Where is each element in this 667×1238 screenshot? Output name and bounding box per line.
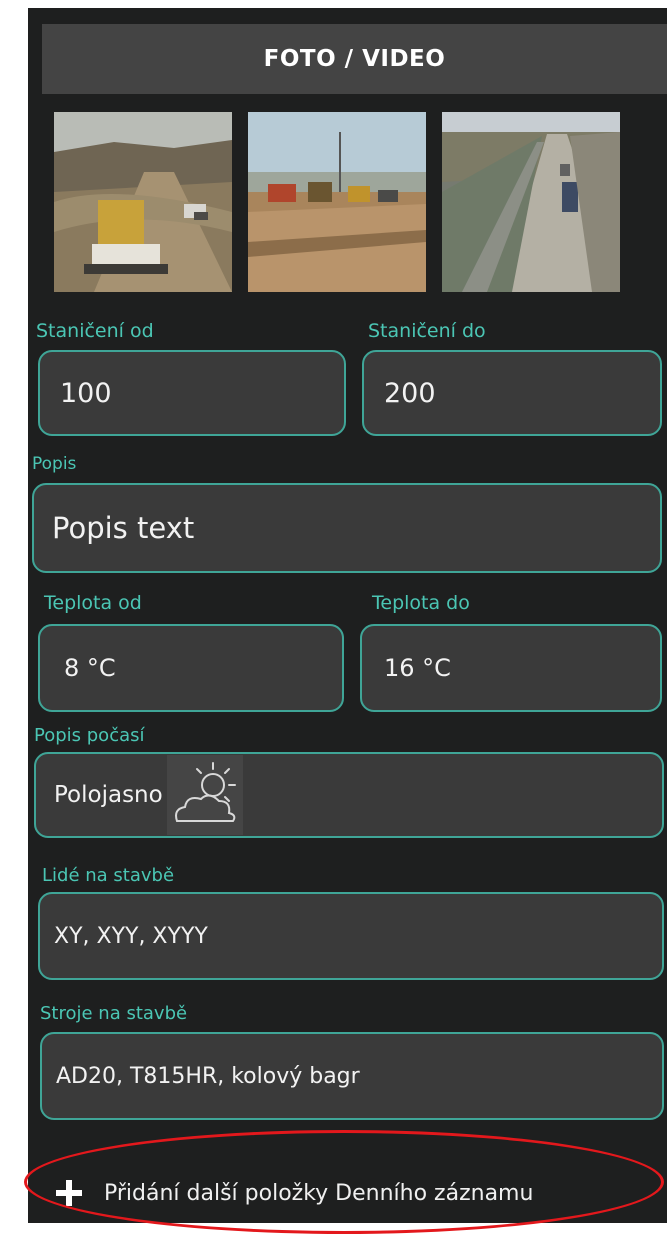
road-construction-photo-icon [442, 112, 620, 292]
weather-input[interactable]: Polojasno [34, 752, 664, 838]
temp-from-value: 8 °C [64, 654, 116, 682]
weather-value: Polojasno [54, 782, 163, 808]
station-to-input[interactable]: 200 [362, 350, 662, 436]
add-record-item-label: Přidání další položky Denního záznamu [104, 1180, 534, 1206]
temp-from-label: Teplota od [44, 592, 142, 614]
photo-thumbnail-1[interactable] [54, 112, 232, 292]
road-construction-photo-icon [54, 112, 232, 292]
add-record-item-button[interactable]: Přidání další položky Denního záznamu [56, 1180, 533, 1206]
machines-label: Stroje na stavbě [40, 1003, 188, 1024]
temp-to-input[interactable]: 16 °C [360, 624, 662, 712]
station-from-label: Staničení od [36, 320, 154, 342]
people-label: Lidé na stavbě [42, 865, 175, 886]
description-label: Popis [32, 454, 77, 474]
plus-icon [56, 1180, 82, 1206]
machines-value: AD20, T815HR, kolový bagr [56, 1063, 360, 1089]
partly-cloudy-icon [166, 755, 243, 835]
temp-to-value: 16 °C [384, 654, 451, 682]
photo-thumbnail-2[interactable] [248, 112, 426, 292]
weather-label: Popis počasí [34, 725, 145, 746]
station-from-input[interactable]: 100 [38, 350, 346, 436]
people-value: XY, XYY, XYYY [54, 923, 208, 949]
people-input[interactable]: XY, XYY, XYYY [38, 892, 664, 980]
description-value: Popis text [52, 511, 195, 545]
station-from-value: 100 [60, 377, 112, 409]
photo-video-header[interactable]: FOTO / VIDEO [42, 24, 667, 94]
road-construction-photo-icon [248, 112, 426, 292]
machines-input[interactable]: AD20, T815HR, kolový bagr [40, 1032, 664, 1120]
temp-to-label: Teplota do [372, 592, 470, 614]
description-input[interactable]: Popis text [32, 483, 662, 573]
station-to-value: 200 [384, 377, 436, 409]
photo-thumbnail-3[interactable] [442, 112, 620, 292]
photo-video-title: FOTO / VIDEO [263, 46, 446, 72]
temp-from-input[interactable]: 8 °C [38, 624, 344, 712]
station-to-label: Staničení do [368, 320, 486, 342]
